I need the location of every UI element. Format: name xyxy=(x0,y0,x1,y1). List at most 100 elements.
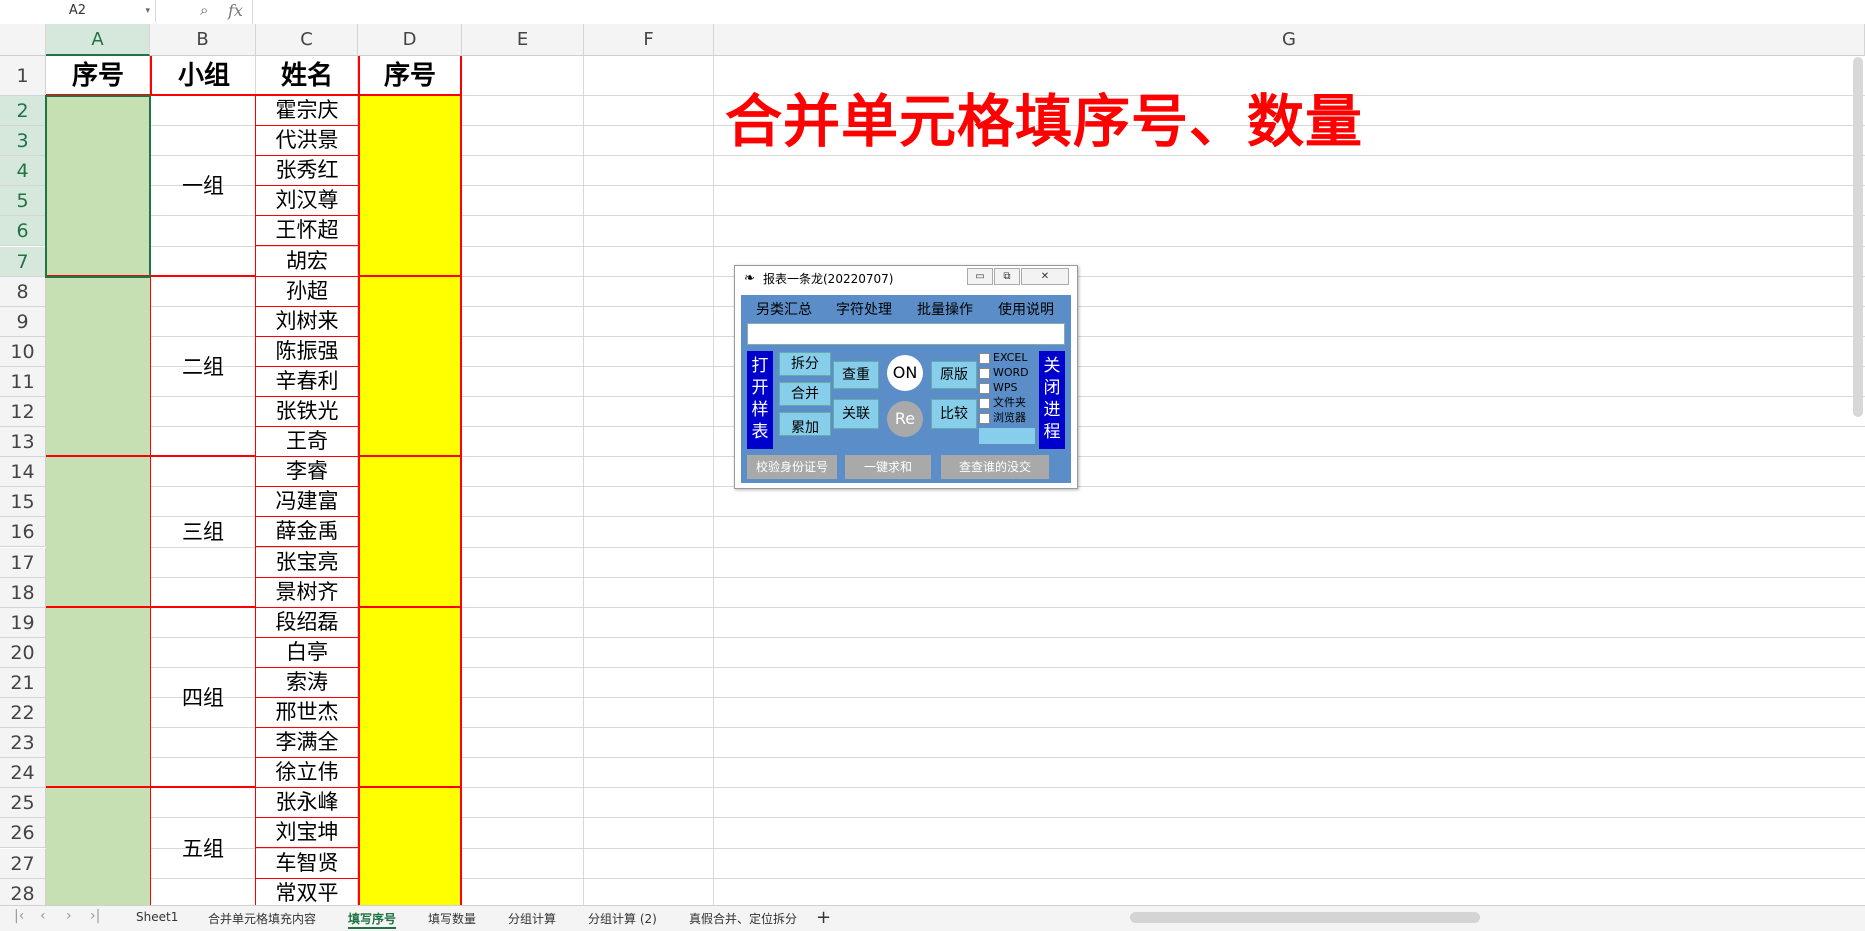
row-header[interactable]: 11 xyxy=(0,366,46,397)
checkbox-icon[interactable] xyxy=(979,397,990,409)
serial-input-cell[interactable] xyxy=(358,607,462,789)
check-missing-button[interactable]: 查查谁的没交 xyxy=(941,455,1049,479)
column-title-c[interactable]: 姓名 xyxy=(256,56,358,96)
name-cell[interactable]: 王怀超 xyxy=(256,216,358,247)
row-header[interactable]: 14 xyxy=(0,457,46,488)
dialog-titlebar[interactable]: ❧ 报表一条龙(20220707) ▭ ⧉ ✕ xyxy=(735,266,1077,292)
restore-icon[interactable]: ⧉ xyxy=(994,268,1020,285)
name-cell[interactable]: 索涛 xyxy=(256,668,358,698)
serial-input-cell[interactable] xyxy=(358,457,462,608)
dedupe-button[interactable]: 查重 xyxy=(833,361,879,389)
serial-merged-cell[interactable] xyxy=(46,276,150,458)
name-cell[interactable]: 张永峰 xyxy=(256,788,358,819)
name-cell[interactable]: 胡宏 xyxy=(256,247,358,277)
original-button[interactable]: 原版 xyxy=(931,361,977,389)
serial-merged-cell[interactable] xyxy=(46,607,150,789)
column-header-c[interactable]: C xyxy=(256,24,358,56)
select-all-corner[interactable] xyxy=(0,24,46,56)
group-cell[interactable]: 五组 xyxy=(150,788,256,909)
zoom-icon[interactable]: ⌕ xyxy=(200,1,208,19)
verify-id-button[interactable]: 校验身份证号 xyxy=(747,455,837,479)
row-header[interactable]: 8 xyxy=(0,276,46,307)
chevron-down-icon[interactable]: ▾ xyxy=(145,0,150,22)
fx-icon[interactable]: fx xyxy=(228,1,243,20)
group-cell[interactable]: 一组 xyxy=(150,96,256,277)
re-button[interactable]: Re xyxy=(887,401,923,437)
column-header-a[interactable]: A xyxy=(46,24,150,56)
column-title-b[interactable]: 小组 xyxy=(150,56,256,96)
name-box[interactable]: A2 ▾ xyxy=(0,0,156,22)
split-button[interactable]: 拆分 xyxy=(779,352,831,376)
tab-fill-serial[interactable]: 填写序号 xyxy=(348,910,397,929)
column-header-b[interactable]: B xyxy=(150,24,256,56)
horizontal-scrollbar[interactable] xyxy=(1130,912,1480,923)
serial-input-cell[interactable] xyxy=(358,276,462,458)
row-header[interactable]: 25 xyxy=(0,788,46,819)
serial-input-cell[interactable] xyxy=(358,96,462,277)
name-cell[interactable]: 孙超 xyxy=(256,277,358,307)
name-cell[interactable]: 白亭 xyxy=(256,638,358,668)
row-header[interactable]: 12 xyxy=(0,397,46,428)
row-header[interactable]: 15 xyxy=(0,487,46,518)
column-title-a[interactable]: 序号 xyxy=(46,56,150,96)
row-header[interactable]: 5 xyxy=(0,186,46,217)
add-sheet-icon[interactable]: + xyxy=(816,907,831,928)
last-sheet-icon[interactable]: ›| xyxy=(90,908,100,924)
column-header-g[interactable]: G xyxy=(714,24,1865,56)
name-cell[interactable]: 刘汉尊 xyxy=(256,186,358,217)
column-header-f[interactable]: F xyxy=(584,24,714,56)
row-header[interactable]: 13 xyxy=(0,427,46,458)
name-cell[interactable]: 李睿 xyxy=(256,457,358,488)
row-header[interactable]: 27 xyxy=(0,848,46,879)
menu-help[interactable]: 使用说明 xyxy=(998,299,1054,319)
menu-batch[interactable]: 批量操作 xyxy=(917,299,973,319)
vertical-scrollbar[interactable] xyxy=(1853,57,1863,417)
row-header[interactable]: 24 xyxy=(0,758,46,789)
row-header[interactable]: 19 xyxy=(0,607,46,638)
tab-sheet1[interactable]: Sheet1 xyxy=(136,910,178,924)
row-header[interactable]: 21 xyxy=(0,667,46,698)
checkbox-icon[interactable] xyxy=(979,352,990,364)
minimize-icon[interactable]: ▭ xyxy=(967,268,993,285)
check-folder[interactable]: 文件夹 xyxy=(979,396,1026,410)
close-icon[interactable]: ✕ xyxy=(1021,268,1069,285)
menu-text[interactable]: 字符处理 xyxy=(836,299,892,319)
name-cell[interactable]: 车智贤 xyxy=(256,849,358,879)
row-header[interactable]: 26 xyxy=(0,818,46,849)
row-header[interactable]: 10 xyxy=(0,336,46,367)
serial-merged-cell[interactable] xyxy=(46,457,150,608)
row-header[interactable]: 1 xyxy=(0,56,46,96)
check-excel[interactable]: EXCEL xyxy=(979,351,1027,365)
row-header[interactable]: 3 xyxy=(0,126,46,157)
auto-sum-button[interactable]: 一键求和 xyxy=(845,455,931,479)
checkbox-icon[interactable] xyxy=(979,367,990,379)
first-sheet-icon[interactable]: |‹ xyxy=(14,908,24,924)
compare-button[interactable]: 比较 xyxy=(931,399,977,429)
group-cell[interactable]: 四组 xyxy=(150,607,256,789)
row-header[interactable]: 7 xyxy=(0,246,46,277)
name-cell[interactable]: 张秀红 xyxy=(256,156,358,187)
name-cell[interactable]: 薛金禹 xyxy=(256,517,358,548)
check-wps[interactable]: WPS xyxy=(979,381,1018,395)
checkbox-icon[interactable] xyxy=(979,412,990,424)
group-cell[interactable]: 二组 xyxy=(150,276,256,458)
tab-true-false-merge[interactable]: 真假合并、定位拆分 xyxy=(689,910,797,927)
name-cell[interactable]: 霍宗庆 xyxy=(256,96,358,127)
row-header[interactable]: 16 xyxy=(0,517,46,548)
name-cell[interactable]: 邢世杰 xyxy=(256,698,358,729)
name-cell[interactable]: 李满全 xyxy=(256,728,358,759)
open-sample-button[interactable]: 打开样表 xyxy=(747,351,773,449)
accumulate-button[interactable]: 累加 xyxy=(779,412,831,436)
serial-input-cell[interactable] xyxy=(358,788,462,909)
name-cell[interactable]: 王奇 xyxy=(256,427,358,458)
formula-input[interactable] xyxy=(252,0,253,24)
checkbox-icon[interactable] xyxy=(979,382,990,394)
name-cell[interactable]: 景树齐 xyxy=(256,578,358,608)
name-cell[interactable]: 徐立伟 xyxy=(256,758,358,789)
dialog-input[interactable] xyxy=(747,323,1065,345)
row-header[interactable]: 6 xyxy=(0,216,46,247)
row-header[interactable]: 2 xyxy=(0,96,46,127)
close-process-button[interactable]: 关闭进程 xyxy=(1039,351,1065,449)
check-word[interactable]: WORD xyxy=(979,366,1029,380)
name-cell[interactable]: 刘宝坤 xyxy=(256,818,358,849)
